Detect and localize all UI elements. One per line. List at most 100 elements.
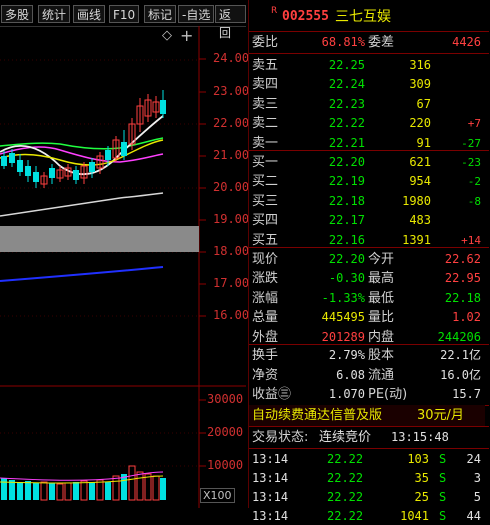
volume-ma-pink: [0, 471, 164, 481]
sell-price: 22.24: [328, 77, 365, 92]
fin-label: 股本: [368, 348, 395, 363]
weibi-row: 委比 68.81% 委差 4426: [249, 32, 485, 53]
tick-count: 44: [466, 509, 481, 523]
fin-row: 收益㊂ 1.070 PE(动) 15.7: [249, 384, 485, 405]
sell-row[interactable]: 卖三 22.23 67: [249, 94, 485, 115]
tick-row[interactable]: 13:14 22.22 35 S 3: [249, 469, 485, 487]
add-watchlist-button[interactable]: -自选: [178, 5, 215, 23]
fin-value: 22.1亿: [440, 348, 481, 362]
buy-volume: 954: [409, 174, 431, 189]
multi-stock-button[interactable]: 多股: [1, 5, 34, 23]
quote-label: 今开: [368, 252, 395, 267]
quote-value: 1.02: [452, 310, 481, 325]
buy-label: 买三: [252, 193, 279, 209]
tick-count: 24: [466, 452, 481, 466]
buy-label: 买一: [252, 155, 279, 170]
statistics-button[interactable]: 统计: [38, 5, 71, 23]
volume-scale-button[interactable]: X100: [200, 488, 235, 503]
tick-count: 3: [473, 471, 481, 485]
sell-volume: 220: [409, 116, 431, 131]
ad-text[interactable]: 自动续费通达信普及版: [252, 405, 382, 426]
buy-change: -2: [467, 175, 481, 189]
buy-change: -8: [467, 194, 481, 208]
sell-row[interactable]: 卖五 22.25 316: [249, 55, 485, 76]
quote-panel: R 002555 三七互娱 委比 68.81% 委差 4426 卖五 22.25 3…: [248, 0, 490, 523]
buy-row[interactable]: 买四 22.17 483: [249, 210, 485, 231]
price-label: 18.00: [213, 244, 250, 258]
tick-row[interactable]: 13:14 22.22 25 S 5: [249, 488, 485, 506]
fin-label: 换手: [252, 348, 279, 363]
quote-value: 22.20: [328, 252, 365, 266]
trade-status-row: 交易状态: 连续竞价 13:15:48: [249, 427, 485, 448]
r-flag: R: [271, 6, 278, 16]
trade-status-time: 13:15:48: [391, 430, 449, 444]
sell-label: 卖二: [252, 116, 279, 132]
add-indicator-icon[interactable]: +: [180, 26, 193, 45]
tick-price: 22.22: [327, 509, 364, 523]
quote-label: 涨幅: [252, 290, 279, 306]
tick-side: S: [439, 471, 447, 485]
buy-change: -23: [461, 156, 481, 169]
ad-price[interactable]: 30元/月: [417, 405, 464, 426]
tick-side: S: [439, 452, 447, 466]
sell-change: +7: [467, 117, 481, 131]
sell-price: 22.22: [328, 116, 365, 131]
diamond-icon[interactable]: ◇: [162, 28, 172, 43]
stock-code: 002555: [282, 9, 329, 24]
ma-mid-line: [0, 137, 164, 150]
buy-row[interactable]: 买二 22.19 954 -2: [249, 171, 485, 192]
tick-price: 22.22: [327, 452, 364, 466]
tick-volume: 103: [407, 452, 429, 466]
tick-volume: 35: [414, 471, 429, 485]
volume-label: 20000: [207, 425, 244, 439]
sell-row[interactable]: 卖二 22.22 220 +7: [249, 113, 485, 134]
tick-row[interactable]: 13:14 22.22 103 S 24: [249, 450, 485, 468]
k-line-chart[interactable]: ◇ + 24.00 23.00 22.00 21.00 20.00 19.00 …: [0, 26, 250, 508]
fin-value: 1.070: [328, 387, 365, 402]
fin-label: 收益㊂: [252, 387, 292, 403]
tick-time: 13:14: [252, 471, 289, 485]
trade-status-value: 连续竞价: [319, 430, 372, 445]
sell-label: 卖三: [252, 96, 279, 112]
price-gap-band: [0, 226, 199, 252]
f10-button[interactable]: F10: [109, 5, 140, 23]
quote-value: 445495: [321, 310, 365, 325]
buy-price: 22.19: [328, 174, 365, 189]
sell-label: 卖四: [252, 77, 279, 93]
price-label: 16.00: [213, 308, 250, 322]
ma-short-line: [0, 115, 164, 175]
fin-value: 6.08: [336, 367, 365, 382]
quote-label: 最高: [368, 271, 395, 287]
sell-row[interactable]: 卖四 22.24 309: [249, 74, 485, 95]
quote-label: 最低: [368, 290, 395, 306]
buy-price: 22.17: [328, 213, 365, 228]
buy-row[interactable]: 买一 22.20 621 -23: [249, 152, 485, 173]
price-label: 24.00: [213, 51, 250, 65]
trade-status-label: 交易状态:: [252, 430, 309, 445]
sell-volume: 309: [409, 77, 431, 92]
fin-label: PE(动): [368, 387, 408, 403]
tick-row[interactable]: 13:14 22.22 1041 S 44: [249, 507, 485, 525]
chart-toolbar: 多股 统计 画线 F10 标记 -自选 返回: [0, 0, 246, 40]
sell-volume: 67: [416, 96, 431, 111]
back-button[interactable]: 返回: [215, 5, 246, 40]
weicha-label: 委差: [368, 35, 395, 50]
quote-value: 22.62: [444, 252, 481, 266]
volume-label: 30000: [207, 392, 244, 406]
candles: [1, 90, 166, 188]
draw-line-button[interactable]: 画线: [73, 5, 106, 23]
ma-long-line: [0, 192, 164, 217]
mark-button[interactable]: 标记: [144, 5, 177, 23]
quote-value: 22.18: [444, 290, 481, 305]
quote-value: -1.33%: [321, 290, 365, 305]
buy-row[interactable]: 买三 22.18 1980 -8: [249, 191, 485, 212]
tick-time: 13:14: [252, 452, 289, 466]
fin-row: 换手 2.79% 股本 22.1亿: [249, 345, 485, 366]
quote-label: 涨跌: [252, 271, 279, 287]
weicha-value: 4426: [452, 35, 481, 49]
ad-row[interactable]: 自动续费通达信普及版 30元/月: [249, 405, 485, 426]
sell-volume: 316: [409, 58, 431, 72]
quote-label: 总量: [252, 310, 279, 326]
tick-price: 22.22: [327, 490, 364, 504]
tick-price: 22.22: [327, 471, 364, 485]
